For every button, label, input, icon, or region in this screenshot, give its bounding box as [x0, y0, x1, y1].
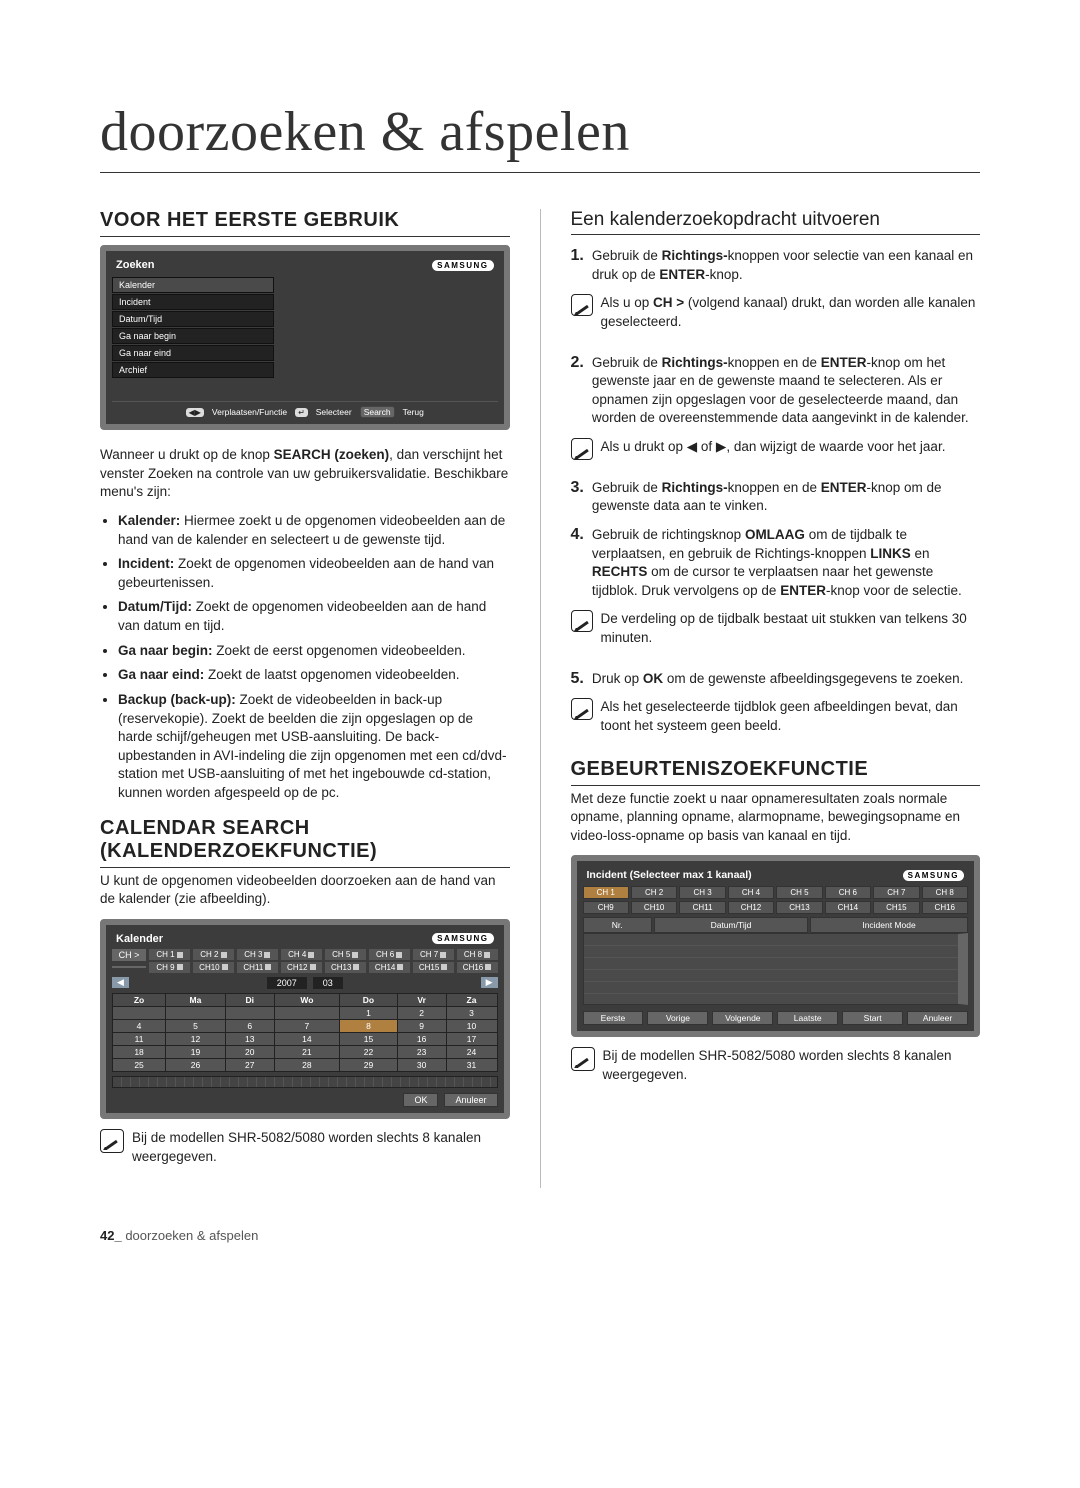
note-icon: [571, 610, 593, 632]
menu-incident[interactable]: Incident: [112, 294, 274, 310]
incident-list[interactable]: [583, 933, 969, 1005]
footer-move: Verplaatsen/Functie: [212, 407, 287, 417]
footer-back: Terug: [403, 407, 424, 417]
step-text: Gebruik de Richtings-knoppen en de ENTER…: [592, 354, 980, 429]
calendar-grid: ZoMaDiWoDoVrZa 123 45678910 111213141516…: [112, 993, 498, 1072]
step-number: 5.: [571, 670, 584, 689]
step-number: 2.: [571, 354, 584, 429]
step-number: 3.: [571, 479, 584, 516]
incident-intro: Met deze functie zoekt u naar opnameresu…: [571, 790, 981, 846]
incident-panel: Incident (Selecteer max 1 kanaal) SAMSUN…: [571, 855, 981, 1037]
menu-archief[interactable]: Archief: [112, 362, 274, 378]
cancel-button[interactable]: Anuleer: [907, 1011, 968, 1025]
incident-note: Bij de modellen SHR-5082/5080 worden sle…: [603, 1047, 981, 1084]
step-text: Gebruik de Richtings-knoppen voor select…: [592, 247, 980, 284]
menu-description-list: Kalender: Hiermee zoekt u de opgenomen v…: [100, 512, 510, 803]
key-arrows: ◀▶: [186, 408, 204, 417]
prev-arrow[interactable]: ◀: [112, 977, 129, 988]
menu-ga-begin[interactable]: Ga naar begin: [112, 328, 274, 344]
note-icon: [571, 1047, 595, 1071]
kalender-panel: Kalender SAMSUNG CH > CH 1 CH 2 CH 3 CH …: [100, 919, 510, 1119]
cancel-button[interactable]: Anuleer: [444, 1093, 497, 1107]
calendar-intro: U kunt de opgenomen videobeelden doorzoe…: [100, 872, 510, 909]
timeline[interactable]: [112, 1076, 498, 1088]
step-note: Als het geselecteerde tijdblok geen afbe…: [601, 698, 981, 735]
intro-paragraph: Wanneer u drukt op de knop SEARCH (zoeke…: [100, 446, 510, 502]
year: 2007: [267, 977, 307, 989]
section-gebeurteniszoekfunctie: GEBEURTENISZOEKFUNCTIE: [571, 758, 981, 786]
ch1[interactable]: CH 1: [149, 949, 190, 960]
right-column: Een kalenderzoekopdracht uitvoeren 1.Geb…: [571, 209, 981, 1188]
next-button[interactable]: Volgende: [712, 1011, 773, 1025]
step-note: De verdeling op de tijdbalk bestaat uit …: [601, 610, 981, 647]
start-button[interactable]: Start: [842, 1011, 903, 1025]
step-number: 1.: [571, 247, 584, 284]
samsung-logo: SAMSUNG: [903, 870, 964, 881]
inc-ch1[interactable]: CH 1: [583, 886, 629, 899]
step-text: Gebruik de Richtings-knoppen en de ENTER…: [592, 479, 980, 516]
prev-button[interactable]: Vorige: [647, 1011, 708, 1025]
key-enter: ↵: [295, 408, 308, 417]
incident-title: Incident (Selecteer max 1 kanaal): [587, 869, 752, 881]
ch-all-button[interactable]: CH >: [112, 949, 146, 961]
note-icon: [100, 1129, 124, 1153]
note-icon: [571, 698, 593, 720]
col-mode: Incident Mode: [810, 917, 968, 933]
menu-kalender[interactable]: Kalender: [112, 277, 274, 293]
section-calendar-search: CALENDAR SEARCH (KALENDERZOEKFUNCTIE): [100, 817, 510, 868]
kalender-title: Kalender: [116, 933, 163, 945]
first-button[interactable]: Eerste: [583, 1011, 644, 1025]
note-icon: [571, 294, 593, 316]
samsung-logo: SAMSUNG: [432, 260, 493, 271]
footer-select: Selecteer: [316, 407, 352, 417]
calendar-note: Bij de modellen SHR-5082/5080 worden sle…: [132, 1129, 510, 1166]
step-note: Als u drukt op ◀ of ▶, dan wijzigt de wa…: [601, 438, 946, 457]
ok-button[interactable]: OK: [403, 1093, 438, 1107]
zoeken-panel: Zoeken SAMSUNG Kalender Incident Datum/T…: [100, 245, 510, 430]
menu-ga-eind[interactable]: Ga naar eind: [112, 345, 274, 361]
step-text: Gebruik de richtingsknop OMLAAG om de ti…: [592, 526, 980, 601]
page-footer: 42_ doorzoeken & afspelen: [100, 1228, 980, 1243]
step-note: Als u op CH > (volgend kanaal) drukt, da…: [601, 294, 981, 331]
zoeken-title: Zoeken: [116, 259, 155, 271]
menu-datumtijd[interactable]: Datum/Tijd: [112, 311, 274, 327]
next-arrow[interactable]: ▶: [481, 977, 498, 988]
section-voor-eerste-gebruik: VOOR HET EERSTE GEBRUIK: [100, 209, 510, 237]
step-number: 4.: [571, 526, 584, 601]
month: 03: [313, 977, 343, 989]
footer-search: Search: [360, 406, 395, 418]
left-column: VOOR HET EERSTE GEBRUIK Zoeken SAMSUNG K…: [100, 209, 510, 1188]
note-icon: [571, 438, 593, 460]
sub-kalenderzoekopdracht: Een kalenderzoekopdracht uitvoeren: [571, 209, 981, 235]
samsung-logo: SAMSUNG: [432, 933, 493, 944]
step-text: Druk op OK om de gewenste afbeeldingsgeg…: [592, 670, 964, 689]
page-title: doorzoeken & afspelen: [100, 100, 980, 173]
col-nr: Nr.: [583, 917, 652, 933]
last-button[interactable]: Laatste: [777, 1011, 838, 1025]
col-datumtijd: Datum/Tijd: [654, 917, 808, 933]
